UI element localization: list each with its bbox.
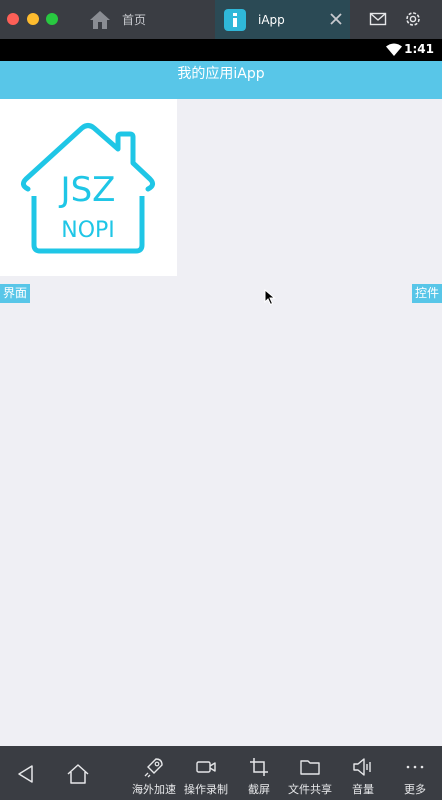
logo-text-top: JSZ [59,170,116,210]
minimize-window-button[interactable] [27,13,39,25]
app-header: 我的应用iApp [0,61,442,99]
toolbar-label: 音量 [352,783,374,796]
android-home-icon[interactable] [66,762,90,786]
home-icon [90,10,110,29]
back-icon[interactable] [14,762,38,786]
rocket-icon [144,758,163,778]
folder-icon [300,760,320,775]
more-icon [406,765,424,769]
toolbar-label: 更多 [404,783,426,796]
toolbar-label: 截屏 [248,783,270,796]
wifi-icon [386,43,402,56]
controls-tab[interactable]: 控件 [411,284,442,303]
close-tab-icon[interactable] [328,11,344,27]
toolbar-screenshot-button[interactable]: 截屏 [248,746,270,800]
toolbar-overseas-accel-button[interactable]: 海外加速 [132,746,176,800]
status-time: 1:41 [404,42,434,56]
logo-text-bottom: NOPI [61,218,115,243]
iapp-icon [224,8,246,31]
status-bar: 1:41 [0,39,442,61]
interface-tab[interactable]: 界面 [0,284,31,303]
emulator-window: 首页 iApp 1:41 我的应用iApp JSZ NOPI 界面 控件 海外加… [0,0,442,800]
maximize-window-button[interactable] [46,13,58,25]
toolbar-volume-button[interactable]: 音量 [352,746,374,800]
house-logo-icon: JSZ NOPI [20,123,156,254]
app-logo: JSZ NOPI [0,99,177,276]
toolbar-file-share-button[interactable]: 文件共享 [288,746,332,800]
mouse-cursor-icon [264,289,276,306]
toolbar-record-button[interactable]: 操作录制 [184,746,228,800]
crop-icon [250,758,268,776]
tab-iapp-label: iApp [258,12,285,27]
toolbar-more-button[interactable]: 更多 [404,746,426,800]
toolbar-label: 操作录制 [184,783,228,796]
page-title: 我的应用iApp [177,66,265,82]
speaker-icon [353,758,371,776]
toolbar-label: 海外加速 [132,783,176,796]
toolbar-label: 文件共享 [288,783,332,796]
tab-iapp[interactable]: iApp [215,0,350,39]
gear-icon[interactable] [403,9,423,29]
video-camera-icon [196,761,216,773]
bottom-toolbar: 海外加速 操作录制 截屏 文件共享 音量 更多 [0,746,442,800]
tab-home[interactable]: 首页 [80,0,215,39]
close-window-button[interactable] [7,13,19,25]
tab-home-label: 首页 [122,13,147,27]
title-bar: 首页 iApp [0,0,442,39]
mail-icon[interactable] [368,9,388,29]
